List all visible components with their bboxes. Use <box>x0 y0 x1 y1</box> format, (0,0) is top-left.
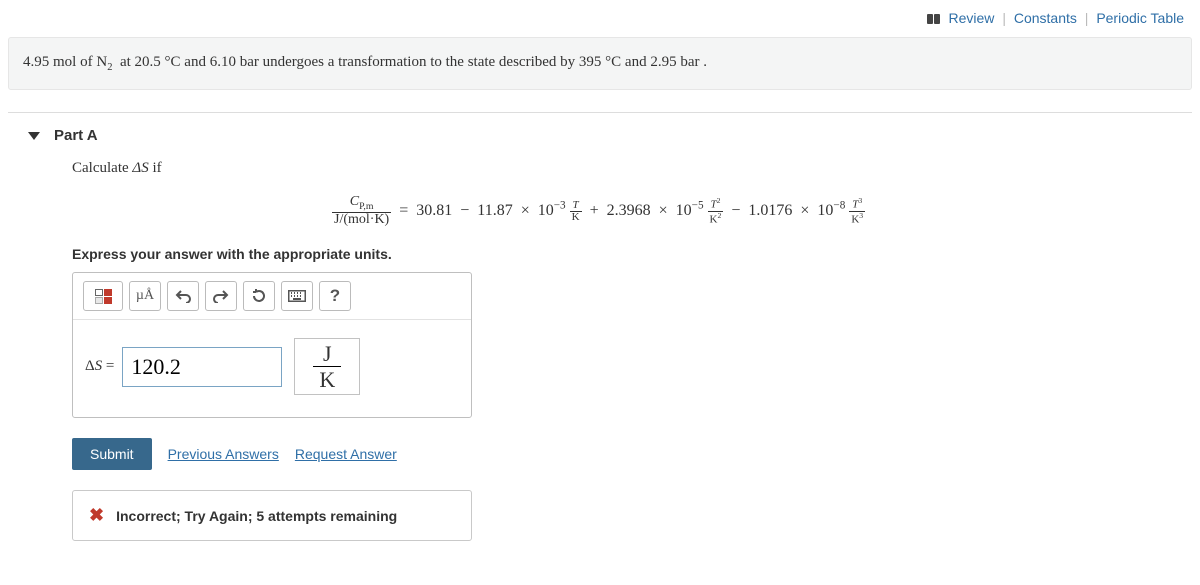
separator: | <box>1002 10 1006 26</box>
chevron-down-icon <box>28 132 40 140</box>
reset-button[interactable] <box>243 281 275 311</box>
answer-box: µÅ ? ΔS = <box>72 272 472 418</box>
keyboard-button[interactable] <box>281 281 313 311</box>
part-a: Part A Calculate ΔS if CP,m J/(mol·K) = … <box>8 112 1192 541</box>
answer-lhs: ΔS = <box>85 358 114 375</box>
feedback-text: Incorrect; Try Again; 5 attempts remaini… <box>116 508 397 524</box>
equation: CP,m J/(mol·K) = 30.81 − 11.87 × 10−3 T … <box>72 195 1192 228</box>
separator: | <box>1085 10 1089 26</box>
problem-statement: 4.95 mol of N2 at 20.5 °C and 6.10 bar u… <box>8 37 1192 90</box>
previous-answers-link[interactable]: Previous Answers <box>168 446 279 462</box>
feedback-box: ✖ Incorrect; Try Again; 5 attempts remai… <box>72 490 472 541</box>
help-button[interactable]: ? <box>319 281 351 311</box>
submit-button[interactable]: Submit <box>72 438 152 470</box>
answer-input-row: ΔS = J K <box>73 320 471 417</box>
units-hint: Express your answer with the appropriate… <box>72 246 1192 262</box>
answer-toolbar: µÅ ? <box>73 273 471 320</box>
units-button[interactable]: µÅ <box>129 281 161 311</box>
incorrect-icon: ✖ <box>89 505 104 526</box>
templates-button[interactable] <box>83 281 123 311</box>
calculate-instruction: Calculate ΔS if <box>72 160 1192 177</box>
part-header[interactable]: Part A <box>8 127 1192 156</box>
constants-link[interactable]: Constants <box>1014 10 1077 26</box>
part-label: Part A <box>54 127 98 144</box>
review-link[interactable]: Review <box>949 10 995 26</box>
redo-button[interactable] <box>205 281 237 311</box>
submit-row: Submit Previous Answers Request Answer <box>72 438 1192 470</box>
undo-button[interactable] <box>167 281 199 311</box>
answer-units[interactable]: J K <box>294 338 360 395</box>
review-icon <box>927 11 941 27</box>
answer-value-input[interactable] <box>122 347 282 387</box>
request-answer-link[interactable]: Request Answer <box>295 446 397 462</box>
top-nav: Review | Constants | Periodic Table <box>0 0 1200 33</box>
periodic-table-link[interactable]: Periodic Table <box>1096 10 1184 26</box>
